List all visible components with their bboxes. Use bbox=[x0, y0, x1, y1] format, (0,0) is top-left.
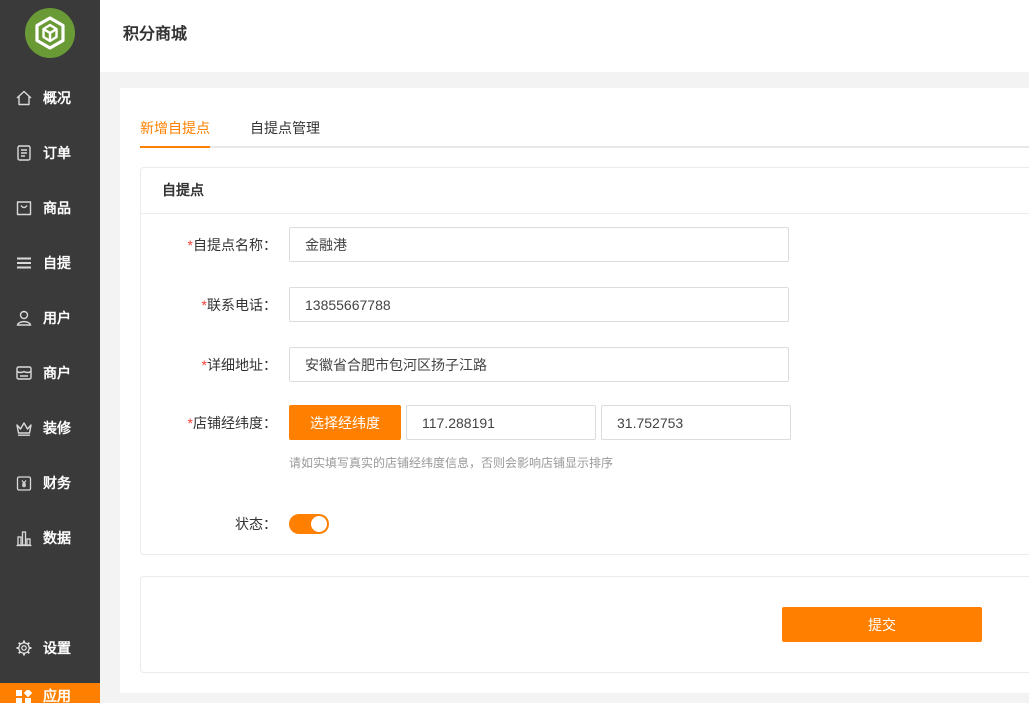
submit-card: 提交 bbox=[140, 576, 1029, 673]
address-label: * 详细地址： bbox=[141, 357, 277, 373]
tab-pickup-point-management[interactable]: 自提点管理 bbox=[250, 110, 320, 148]
name-label: * 自提点名称： bbox=[141, 237, 277, 253]
page-title: 积分商城 bbox=[123, 26, 188, 43]
sidebar-item-merchants[interactable]: 商户 bbox=[0, 345, 100, 400]
sidebar-item-apps[interactable]: 应用 bbox=[0, 683, 100, 703]
longitude-input[interactable] bbox=[406, 405, 596, 440]
sidebar-bottom-group: 设置 bbox=[0, 620, 100, 675]
hexagon-logo-icon bbox=[25, 8, 75, 58]
sidebar-item-label: 装修 bbox=[43, 419, 71, 436]
form-row-address: * 详细地址： bbox=[141, 347, 841, 382]
phone-label: * 联系电话： bbox=[141, 297, 277, 313]
store-card-icon bbox=[15, 364, 33, 382]
wallet-yen-icon bbox=[15, 474, 33, 492]
form-row-status: 状态： bbox=[141, 514, 841, 534]
location-label-text: 店铺经纬度： bbox=[193, 414, 277, 431]
tab-bar: 新增自提点 自提点管理 bbox=[140, 110, 1029, 148]
sidebar-item-settings[interactable]: 设置 bbox=[0, 620, 100, 675]
sidebar-item-overview[interactable]: 概况 bbox=[0, 70, 100, 125]
sidebar: 概况 订单 商品 自提 用户 商户 装修 财务 数据 设置 应用 bbox=[0, 0, 100, 703]
app-logo[interactable] bbox=[25, 8, 75, 58]
sidebar-item-label: 设置 bbox=[43, 639, 71, 656]
sidebar-item-users[interactable]: 用户 bbox=[0, 290, 100, 345]
tab-add-pickup-point[interactable]: 新增自提点 bbox=[140, 110, 210, 148]
sidebar-item-label: 概况 bbox=[43, 89, 71, 106]
phone-input[interactable] bbox=[289, 287, 789, 322]
sidebar-nav: 概况 订单 商品 自提 用户 商户 装修 财务 数据 bbox=[0, 70, 100, 565]
sidebar-item-label: 用户 bbox=[43, 309, 71, 326]
sidebar-item-pickup[interactable]: 自提 bbox=[0, 235, 100, 290]
sidebar-item-orders[interactable]: 订单 bbox=[0, 125, 100, 180]
top-header: 积分商城 bbox=[100, 0, 1029, 72]
location-hint-text: 请如实填写真实的店铺经纬度信息，否则会影响店铺显示排序 bbox=[289, 456, 614, 470]
sidebar-item-products[interactable]: 商品 bbox=[0, 180, 100, 235]
sidebar-item-label: 数据 bbox=[43, 529, 71, 546]
sidebar-item-label: 订单 bbox=[43, 144, 71, 161]
address-label-text: 详细地址： bbox=[207, 356, 277, 373]
status-toggle[interactable] bbox=[289, 514, 329, 534]
order-list-icon bbox=[15, 144, 33, 162]
sidebar-item-finance[interactable]: 财务 bbox=[0, 455, 100, 510]
name-label-text: 自提点名称： bbox=[193, 236, 277, 253]
phone-label-text: 联系电话： bbox=[207, 296, 277, 313]
sidebar-item-label: 自提 bbox=[43, 254, 71, 271]
form-row-location: * 店铺经纬度： 选择经纬度 bbox=[141, 405, 841, 440]
sidebar-item-label: 应用 bbox=[43, 688, 71, 703]
form-row-name: * 自提点名称： bbox=[141, 227, 841, 262]
home-icon bbox=[15, 89, 33, 107]
sidebar-item-label: 商品 bbox=[43, 199, 71, 216]
user-icon bbox=[15, 309, 33, 327]
bar-chart-icon bbox=[15, 529, 33, 547]
apps-grid-icon bbox=[15, 690, 33, 703]
shopping-bag-icon bbox=[15, 199, 33, 217]
address-input[interactable] bbox=[289, 347, 789, 382]
menu-lines-icon bbox=[15, 254, 33, 272]
section-title: 自提点 bbox=[141, 168, 1029, 214]
toggle-knob bbox=[311, 516, 327, 532]
name-input[interactable] bbox=[289, 227, 789, 262]
content-panel: 新增自提点 自提点管理 自提点 * 自提点名称： * 联系电话： * 详细地址： bbox=[120, 88, 1029, 693]
form-row-phone: * 联系电话： bbox=[141, 287, 841, 322]
sidebar-item-decoration[interactable]: 装修 bbox=[0, 400, 100, 455]
pickup-point-form-card: 自提点 * 自提点名称： * 联系电话： * 详细地址： * bbox=[140, 167, 1029, 555]
latitude-input[interactable] bbox=[601, 405, 791, 440]
location-label: * 店铺经纬度： bbox=[141, 415, 277, 431]
crown-icon bbox=[15, 419, 33, 437]
sidebar-item-label: 财务 bbox=[43, 474, 71, 491]
sidebar-item-label: 商户 bbox=[43, 364, 71, 381]
pick-coordinates-button[interactable]: 选择经纬度 bbox=[289, 405, 401, 440]
status-label: 状态： bbox=[235, 516, 277, 532]
sidebar-item-data[interactable]: 数据 bbox=[0, 510, 100, 565]
gear-icon bbox=[15, 639, 33, 657]
submit-button[interactable]: 提交 bbox=[782, 607, 982, 642]
